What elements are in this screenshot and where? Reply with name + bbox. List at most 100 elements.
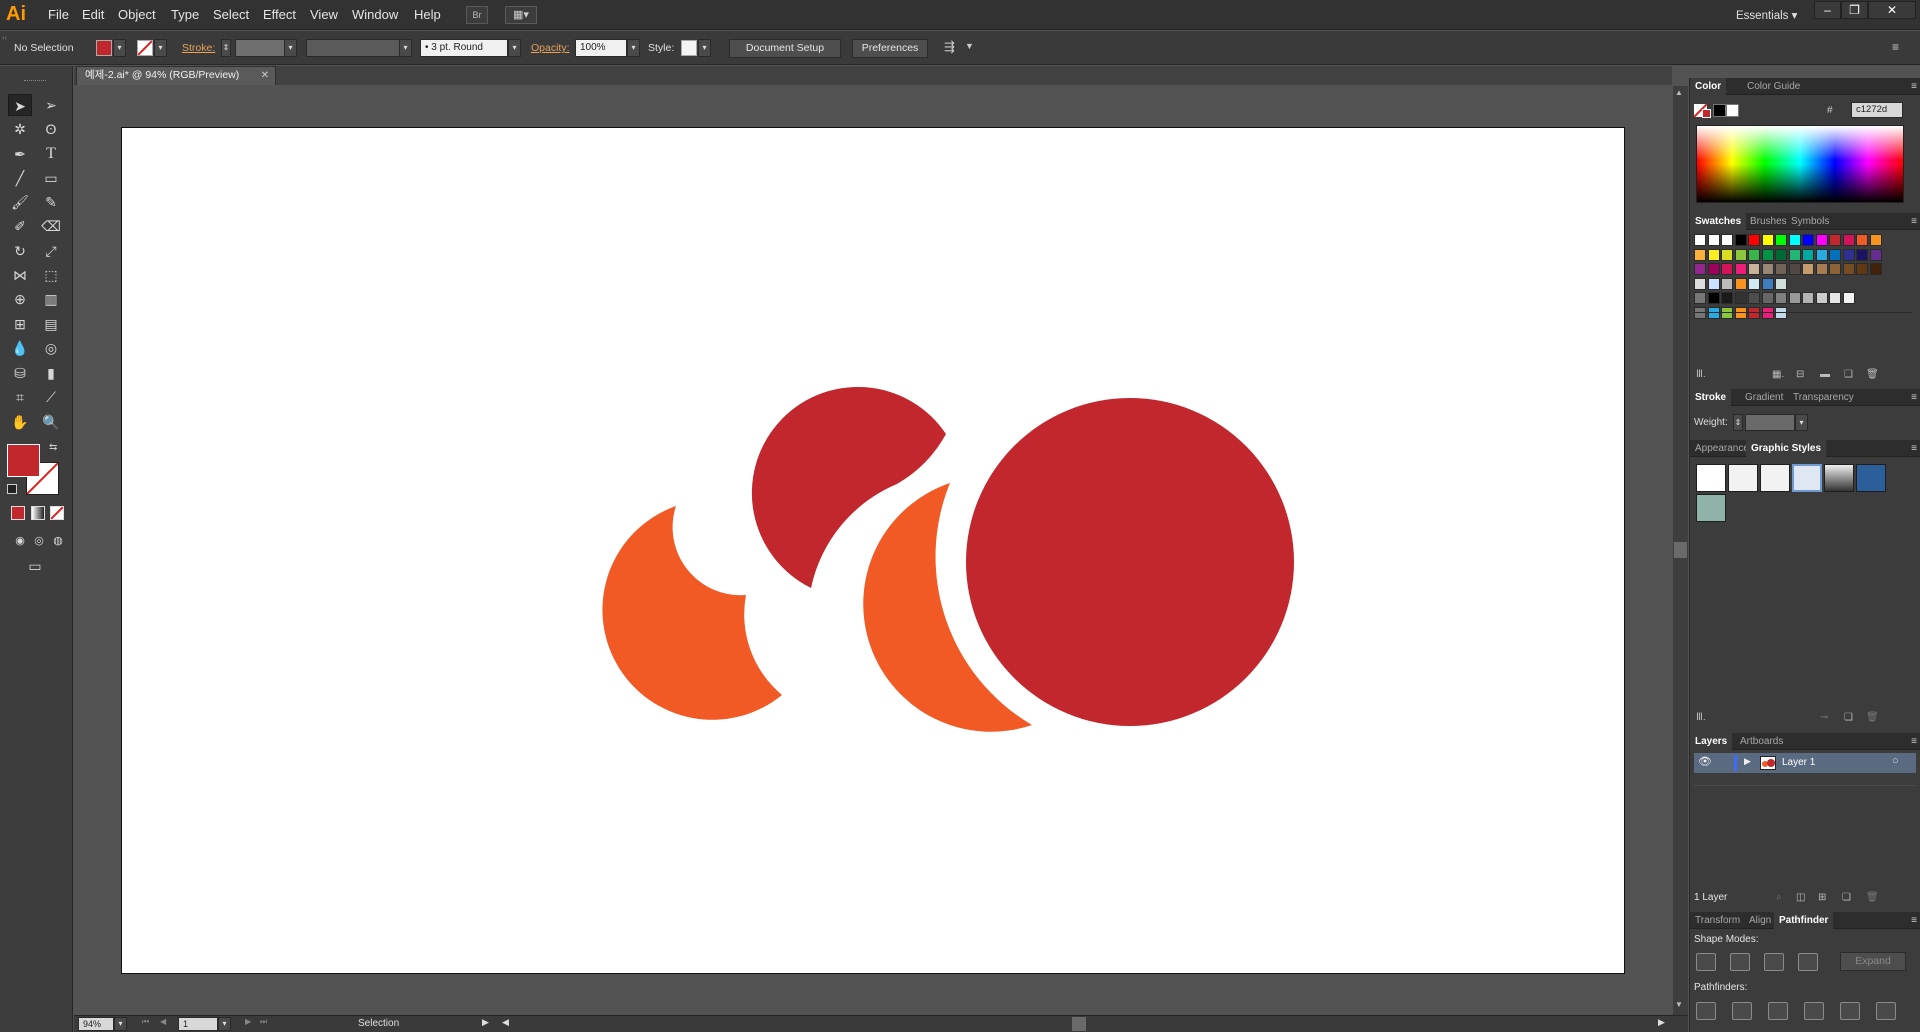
color-swatch[interactable] [1829, 292, 1841, 304]
stroke-color-swatch[interactable] [137, 40, 153, 56]
rotate-tool-icon[interactable]: ↻ [8, 240, 32, 262]
chevron-down-icon[interactable]: ▾ [1795, 414, 1808, 431]
color-swatch[interactable] [1788, 263, 1801, 275]
bridge-button[interactable]: Br [466, 6, 488, 24]
panel-menu-icon[interactable]: ≡ [1911, 733, 1917, 750]
break-link-icon[interactable]: ⊸ [1820, 712, 1828, 723]
stroke-label[interactable]: Stroke: [182, 42, 215, 54]
white-swatch[interactable] [1726, 104, 1739, 117]
color-swatch[interactable] [1869, 248, 1882, 261]
color-swatch[interactable] [1748, 292, 1760, 304]
unite-icon[interactable] [1696, 953, 1716, 971]
chevron-down-icon[interactable]: ▾ [627, 39, 640, 57]
color-swatch[interactable] [1761, 292, 1774, 304]
tab-symbols[interactable]: Symbols [1786, 213, 1834, 230]
tab-swatches[interactable]: Swatches [1690, 213, 1747, 230]
first-artboard-icon[interactable]: ⏮ [142, 1017, 149, 1027]
line-tool-icon[interactable]: ╱ [8, 167, 32, 189]
pencil-tool-icon[interactable]: ✎ [39, 191, 63, 213]
color-swatch[interactable] [1856, 234, 1868, 246]
show-swatch-kinds-icon[interactable]: ▦. [1772, 369, 1784, 380]
color-swatch[interactable] [1815, 234, 1828, 246]
panel-menu-icon[interactable]: ≡ [1911, 213, 1917, 230]
menu-type[interactable]: Type [171, 7, 199, 23]
scroll-up-icon[interactable]: ▲ [1675, 88, 1683, 97]
graphic-style-5[interactable] [1824, 464, 1854, 492]
color-swatch[interactable] [1761, 277, 1774, 290]
delete-layer-icon[interactable]: 🗑 [1866, 892, 1879, 903]
width-tool-icon[interactable]: ⋈ [8, 264, 32, 286]
lasso-tool-icon[interactable]: ʘ [39, 118, 63, 140]
menu-effect[interactable]: Effect [263, 7, 296, 23]
color-swatch[interactable] [1721, 234, 1733, 246]
chevron-down-icon[interactable]: ▾ [399, 39, 412, 57]
menu-help[interactable]: Help [414, 7, 441, 23]
current-tool-status[interactable]: Selection [358, 1018, 399, 1029]
graphic-style-6[interactable] [1856, 464, 1886, 492]
color-swatch[interactable] [1802, 234, 1814, 246]
weight-field[interactable] [1745, 414, 1795, 431]
color-swatch[interactable] [1734, 263, 1747, 275]
make-clipping-mask-icon[interactable]: ◫ [1796, 892, 1805, 903]
last-artboard-icon[interactable]: ⏭ [260, 1017, 267, 1027]
swatch-libraries-icon[interactable]: Ⅲ. [1696, 369, 1706, 380]
hand-tool-icon[interactable]: ✋ [8, 411, 32, 433]
chevron-down-icon[interactable]: ▾ [284, 39, 297, 57]
new-sublayer-icon[interactable]: ⊞ [1818, 892, 1826, 903]
color-swatch[interactable] [1802, 292, 1814, 304]
menu-object[interactable]: Object [118, 7, 156, 23]
symbol-sprayer-tool-icon[interactable]: ⛁ [8, 362, 32, 384]
scroll-right-icon[interactable]: ▶ [1658, 1017, 1665, 1028]
color-swatch[interactable] [1734, 277, 1747, 290]
gradient-tool-icon[interactable]: ▤ [39, 313, 63, 335]
artboard-number-field[interactable]: 1 [178, 1017, 218, 1031]
color-swatch[interactable] [1721, 263, 1733, 275]
zoom-tool-icon[interactable]: 🔍 [39, 411, 63, 433]
expand-button[interactable]: Expand [1840, 952, 1906, 971]
color-swatch[interactable] [1694, 248, 1706, 261]
color-swatch[interactable] [1761, 248, 1774, 261]
tab-align[interactable]: Align [1744, 912, 1776, 929]
graphic-style-4[interactable] [1792, 464, 1822, 492]
color-fill-swatch[interactable] [1702, 109, 1711, 118]
trim-icon[interactable] [1732, 1002, 1752, 1020]
swap-fill-stroke-icon[interactable]: ⇆ [49, 442, 57, 453]
color-swatch[interactable] [1694, 263, 1706, 275]
artboard[interactable] [121, 127, 1625, 974]
menu-file[interactable]: File [48, 7, 69, 23]
color-mode-icon[interactable] [11, 506, 25, 520]
graphic-style-default[interactable] [1696, 464, 1726, 492]
color-swatch[interactable] [1707, 234, 1720, 246]
graphic-style-3[interactable] [1760, 464, 1790, 492]
color-swatch[interactable] [1721, 248, 1733, 261]
color-swatch[interactable] [1707, 263, 1720, 275]
color-spectrum[interactable] [1696, 125, 1904, 203]
paintbrush-tool-icon[interactable]: 🖌 [8, 191, 32, 213]
color-swatch[interactable] [1761, 234, 1774, 246]
black-swatch[interactable] [1713, 104, 1726, 117]
chevron-down-icon[interactable]: ▼ [965, 41, 974, 51]
blob-brush-tool-icon[interactable]: ✐ [8, 215, 32, 237]
chevron-down-icon[interactable]: ▾ [508, 39, 521, 57]
tab-appearance[interactable]: Appearance [1690, 440, 1754, 457]
scroll-left-icon[interactable]: ◀ [502, 1017, 509, 1028]
chevron-down-icon[interactable]: ▾ [113, 39, 126, 57]
visibility-eye-icon[interactable]: 👁 [1698, 755, 1712, 768]
color-swatch[interactable] [1869, 234, 1882, 246]
color-swatch[interactable] [1748, 248, 1760, 261]
perspective-grid-tool-icon[interactable]: ▥ [39, 288, 63, 310]
draw-inside-icon[interactable]: ◍ [46, 530, 70, 552]
color-swatch[interactable] [1734, 248, 1747, 261]
color-swatch[interactable] [1721, 277, 1733, 290]
tab-brushes[interactable]: Brushes [1745, 213, 1792, 230]
color-swatch[interactable] [1694, 234, 1706, 246]
weight-stepper[interactable]: ⇕ [1733, 414, 1743, 431]
panel-menu-icon[interactable]: ≡ [1911, 389, 1917, 406]
gradient-mode-icon[interactable] [31, 506, 45, 520]
variable-width-profile[interactable] [306, 39, 400, 57]
color-swatch[interactable] [1694, 292, 1706, 304]
brush-definition[interactable]: • 3 pt. Round [420, 39, 508, 57]
chevron-down-icon[interactable]: ▾ [154, 39, 167, 57]
tab-artboards[interactable]: Artboards [1735, 733, 1788, 750]
color-swatch[interactable] [1856, 263, 1868, 275]
